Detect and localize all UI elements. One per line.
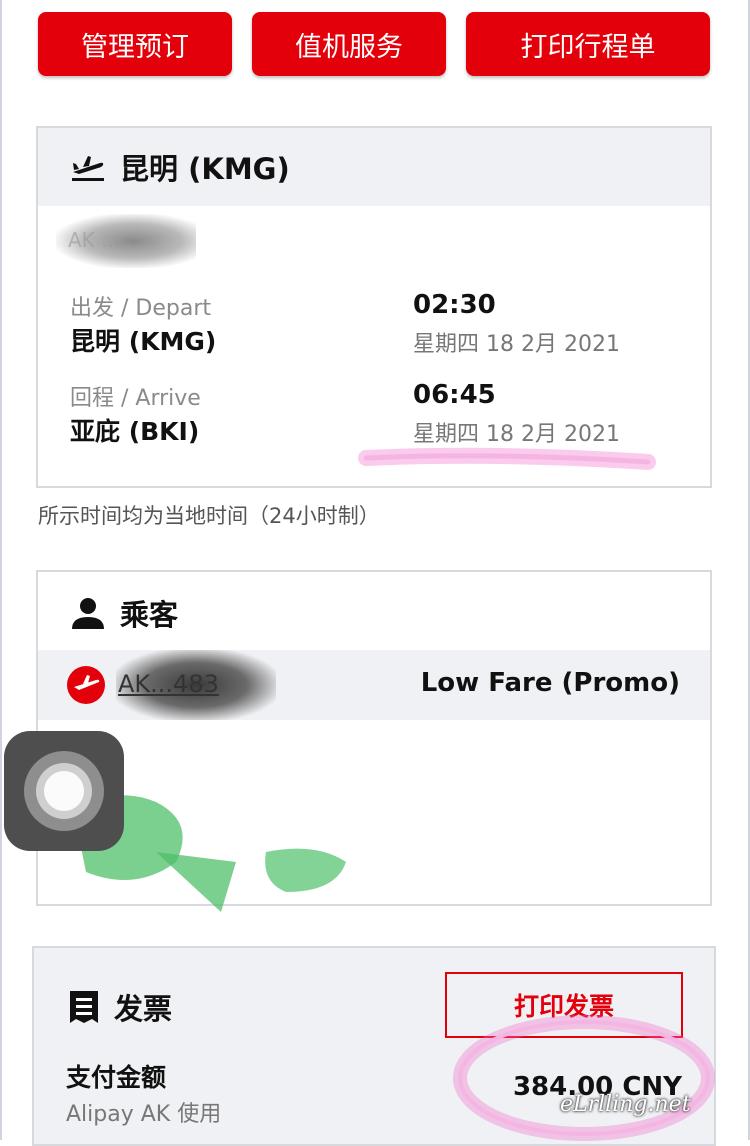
- arrive-city: 亚庇 (BKI): [70, 417, 200, 446]
- assistive-touch-icon[interactable]: [4, 731, 124, 851]
- airline-logo-icon: [66, 665, 106, 709]
- person-icon: [70, 595, 106, 631]
- passenger-header: 乘客: [70, 592, 178, 634]
- redacted-code-text: AK ...: [68, 228, 121, 252]
- amount-label: 支付金额: [66, 1063, 167, 1092]
- airplane-takeoff-icon: [70, 152, 106, 182]
- invoice-title: 发票: [114, 992, 173, 1026]
- depart-city: 昆明 (KMG): [70, 327, 217, 356]
- flight-card: 昆明 (KMG) AK ... 出发 / Depart 昆明 (KMG) 02:…: [36, 126, 712, 488]
- manage-booking-label: 管理预订: [81, 31, 189, 63]
- flight-title: 昆明 (KMG): [120, 152, 290, 186]
- booking-ref: AK...483: [118, 670, 219, 698]
- watermark: eLrlling.net: [560, 1092, 691, 1117]
- payment-method: Alipay AK 使用: [66, 1102, 222, 1127]
- receipt-icon: [68, 989, 100, 1025]
- redacted-flight-number: AK ...: [56, 214, 196, 268]
- depart-time: 02:30: [413, 290, 496, 320]
- passenger-row[interactable]: AK...483 Low Fare (Promo): [38, 650, 710, 720]
- arrive-label: 回程 / Arrive: [70, 386, 201, 411]
- manage-booking-button[interactable]: 管理预订: [38, 12, 232, 76]
- arrive-time: 06:45: [413, 380, 496, 410]
- passenger-title: 乘客: [120, 598, 179, 632]
- invoice-header: 发票: [68, 986, 172, 1028]
- fare-type: Low Fare (Promo): [420, 668, 680, 698]
- amount-highlight-circle: [453, 1015, 715, 1141]
- checkin-label: 值机服务: [295, 31, 403, 63]
- left-border: [0, 0, 2, 1140]
- local-time-note: 所示时间均为当地时间（24小时制）: [38, 504, 380, 528]
- depart-date: 星期四 18 2月 2021: [413, 332, 620, 357]
- checkin-button[interactable]: 值机服务: [252, 12, 446, 76]
- highlight-underline: [358, 447, 656, 470]
- flight-card-header: 昆明 (KMG): [38, 128, 710, 206]
- depart-label: 出发 / Depart: [70, 296, 211, 321]
- print-itinerary-label: 打印行程单: [520, 31, 656, 63]
- print-itinerary-button[interactable]: 打印行程单: [466, 12, 710, 76]
- passenger-card: 乘客 AK...483 Low Fare (Promo): [36, 570, 712, 912]
